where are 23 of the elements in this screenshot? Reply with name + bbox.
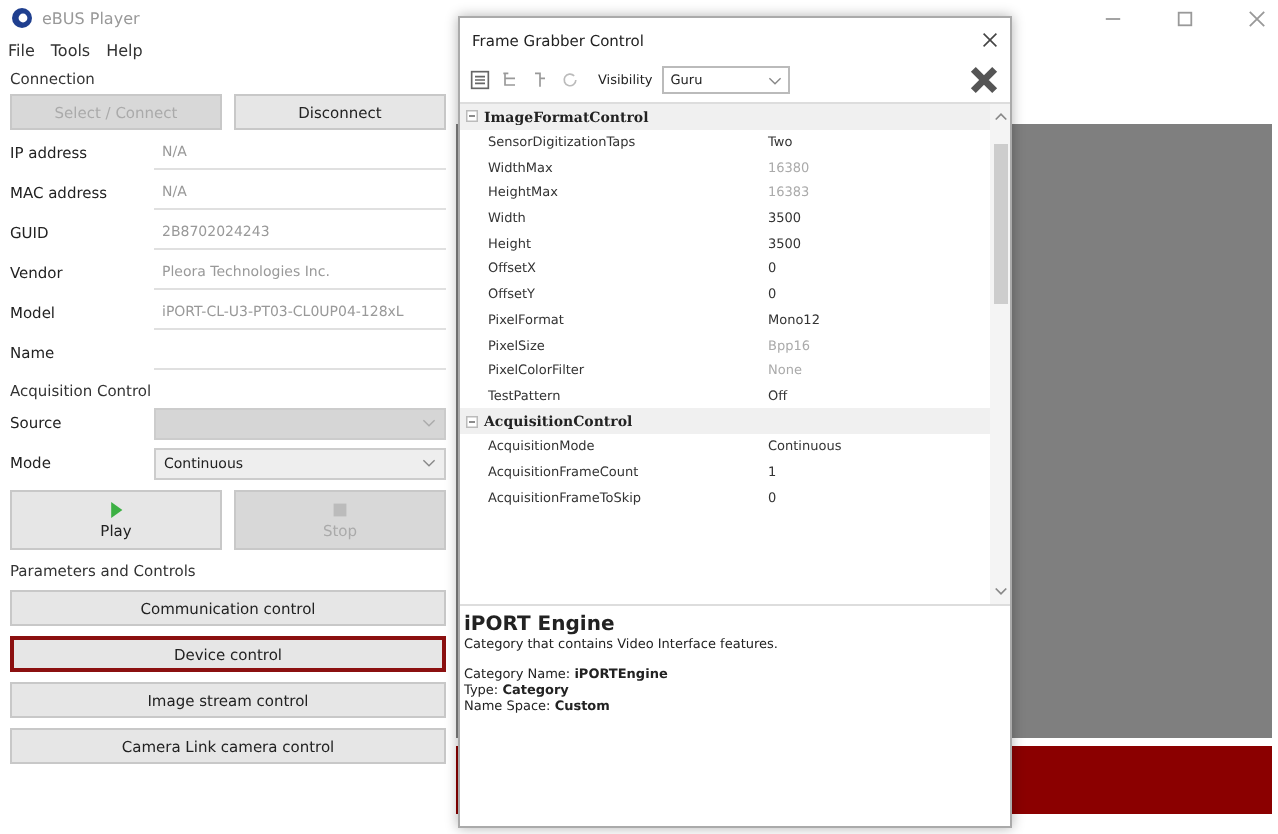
collapse-tree-icon[interactable] (530, 70, 550, 90)
chevron-down-icon (422, 458, 436, 468)
expand-tree-icon[interactable] (500, 70, 520, 90)
maximize-icon[interactable] (1176, 9, 1194, 27)
description-title: iPORT Engine (464, 614, 617, 636)
scroll-down-icon[interactable] (993, 586, 1007, 598)
app-logo-icon (12, 8, 32, 28)
menu-item[interactable]: File (8, 41, 35, 59)
list-view-icon[interactable] (470, 70, 490, 90)
collapse-icon[interactable] (466, 110, 478, 123)
collapse-icon[interactable] (466, 415, 478, 428)
close-icon[interactable] (968, 64, 1000, 96)
refresh-icon[interactable] (560, 70, 580, 90)
scrollbar[interactable] (990, 104, 1010, 604)
play-icon (108, 501, 124, 517)
chevron-down-icon (768, 75, 783, 85)
scroll-up-icon[interactable] (993, 110, 1007, 122)
menu-item[interactable]: Tools (50, 41, 91, 59)
stop-icon (332, 501, 348, 517)
window-title: eBUS Player (42, 9, 140, 27)
close-icon[interactable] (982, 32, 998, 48)
menu-item[interactable]: Help (106, 41, 143, 59)
chevron-down-icon (422, 418, 436, 428)
